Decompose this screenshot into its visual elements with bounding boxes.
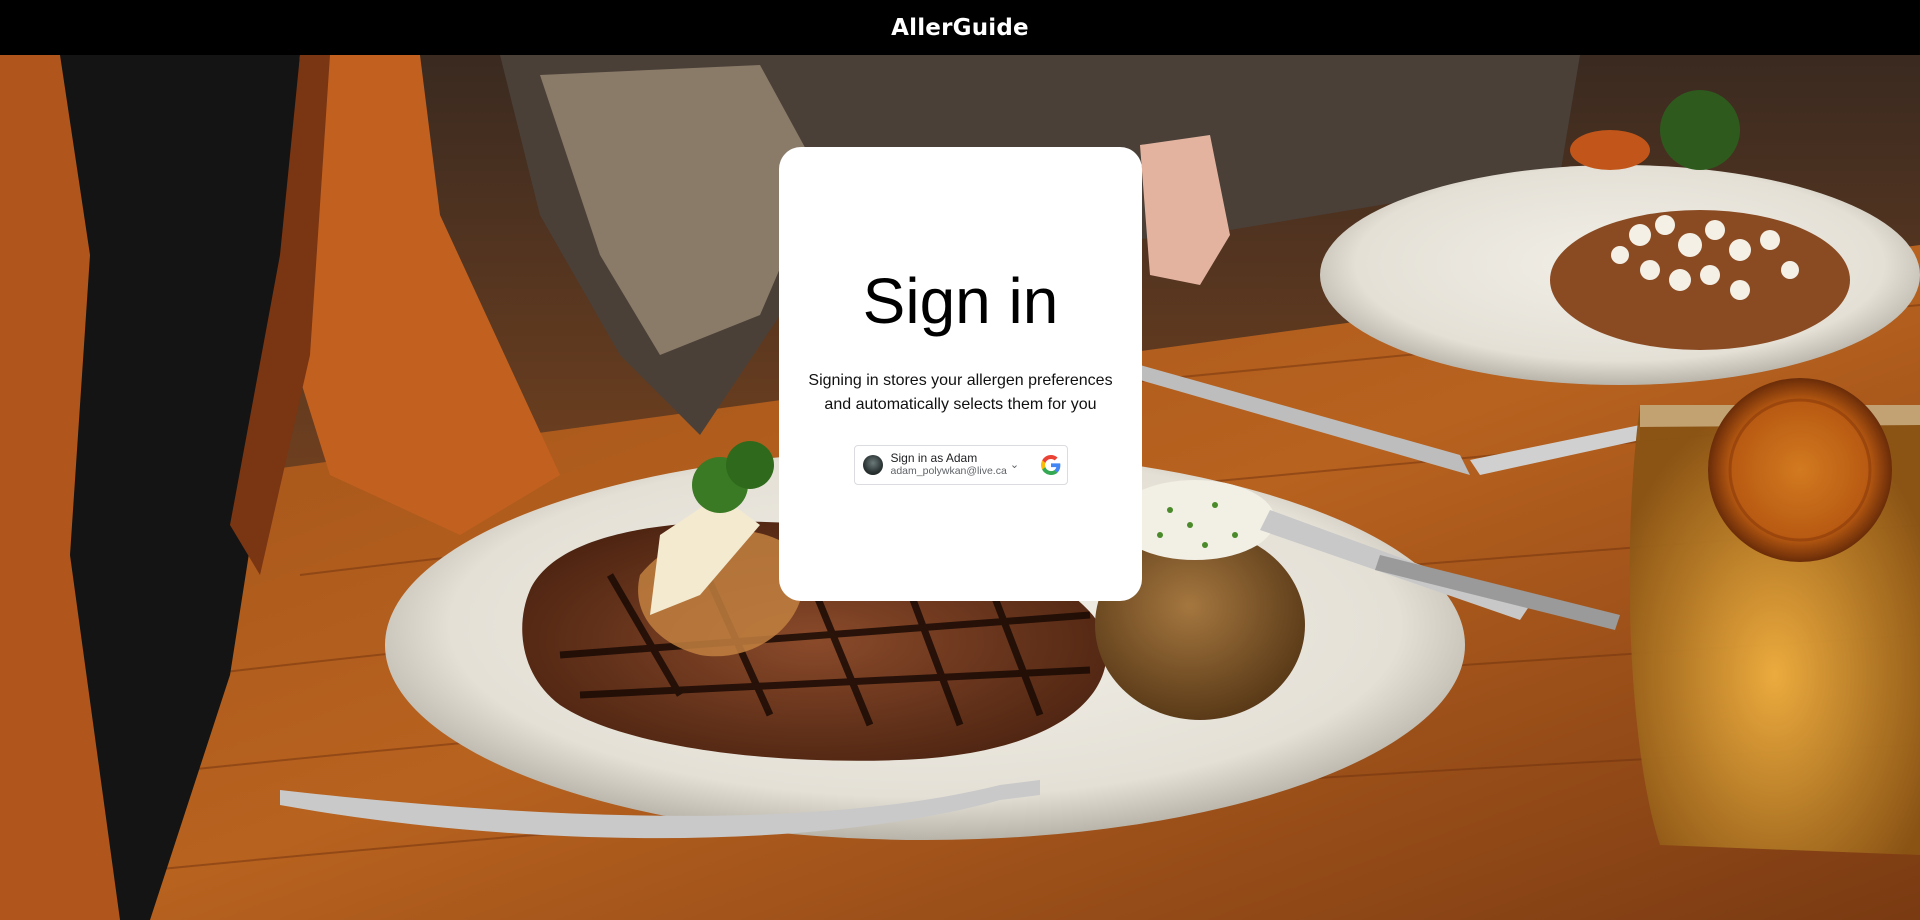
google-account-email: adam_polywkan@live.ca (890, 465, 1007, 477)
top-bar: AllerGuide (0, 0, 1920, 55)
google-signin-button[interactable]: Sign in as Adam adam_polywkan@live.ca ⌄ (853, 445, 1068, 485)
signin-card: Sign in Signing in stores your allergen … (779, 147, 1142, 601)
google-logo-icon (1040, 455, 1060, 475)
signin-title: Sign in (862, 265, 1059, 337)
user-avatar-icon (862, 455, 883, 475)
google-account-name: Sign in as Adam (890, 451, 978, 465)
brand-title: AllerGuide (891, 14, 1029, 41)
google-account-text: Sign in as Adam adam_polywkan@live.ca (891, 452, 1007, 478)
signin-subtitle: Signing in stores your allergen preferen… (808, 372, 1113, 413)
chevron-down-icon[interactable]: ⌄ (1010, 459, 1019, 471)
